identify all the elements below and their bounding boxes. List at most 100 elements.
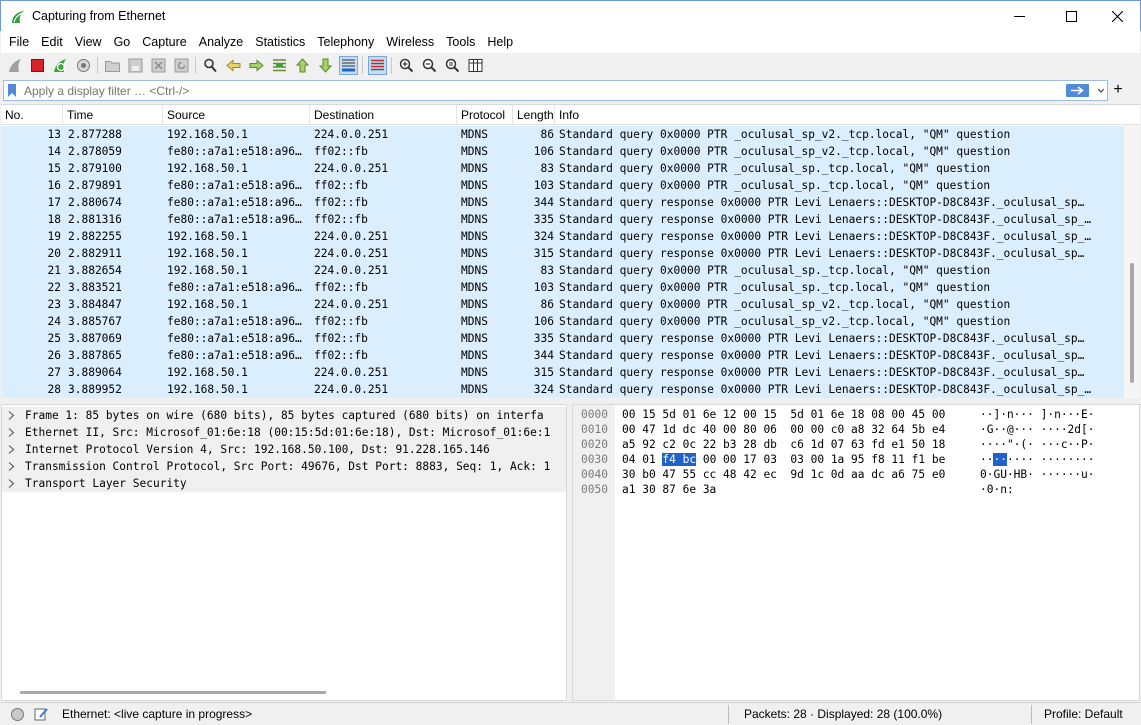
find-packet-button[interactable] <box>201 56 220 75</box>
packet-row[interactable]: 22 3.883521 fe80::a7a1:e518:a96… ff02::fb MD… <box>1 279 1124 296</box>
scrollbar-thumb[interactable] <box>1130 263 1134 383</box>
chevron-right-icon[interactable] <box>8 445 15 454</box>
maximize-button[interactable] <box>1048 1 1094 32</box>
reload-file-button[interactable] <box>172 56 191 75</box>
capture-comment-icon[interactable] <box>33 706 49 722</box>
packet-row[interactable]: 25 3.887069 fe80::a7a1:e518:a96… ff02::fb MD… <box>1 330 1124 347</box>
byte-hex[interactable]: 04 01 f4 bc 00 00 17 03 03 00 1a 95 f8 1… <box>622 452 945 467</box>
byte-hex[interactable]: 00 47 1d dc 40 00 80 06 00 00 c0 a8 32 6… <box>622 422 945 437</box>
capture-options-button[interactable] <box>74 56 93 75</box>
detail-tree-item[interactable]: Ethernet II, Src: Microsof_01:6e:18 (00:… <box>2 424 566 441</box>
byte-hex-highlight[interactable]: f4 bc <box>662 453 697 466</box>
add-filter-button[interactable]: + <box>1111 80 1125 101</box>
byte-row: 0040 30 b0 47 55 cc 48 42 ec 9d 1c 0d aa … <box>573 467 1133 482</box>
expert-info-indicator-icon[interactable] <box>11 708 24 721</box>
packet-cell-time: 3.889064 <box>68 366 122 379</box>
column-header-length[interactable]: Length <box>513 105 555 125</box>
packet-row[interactable]: 23 3.884847 192.168.50.1 224.0.0.251 MDNS 86 S… <box>1 296 1124 313</box>
column-header-destination[interactable]: Destination <box>310 105 457 125</box>
menu-view[interactable]: View <box>69 31 108 53</box>
close-file-button[interactable] <box>149 56 168 75</box>
menu-wireless[interactable]: Wireless <box>380 31 440 53</box>
byte-hex[interactable]: 30 b0 47 55 cc 48 42 ec 9d 1c 0d aa dc a… <box>622 467 945 482</box>
go-back-button[interactable] <box>224 56 243 75</box>
chevron-right-icon[interactable] <box>8 411 15 420</box>
close-window-button[interactable] <box>1094 1 1140 32</box>
packet-cell-dst: ff02::fb <box>314 145 368 158</box>
zoom-reset-button[interactable] <box>443 56 462 75</box>
bookmark-icon[interactable] <box>7 84 17 97</box>
packet-row[interactable]: 20 2.882911 192.168.50.1 224.0.0.251 MDNS 315… <box>1 245 1124 262</box>
packet-cell-src: fe80::a7a1:e518:a96… <box>167 213 302 226</box>
byte-hex[interactable]: a5 92 c2 0c 22 b3 28 db c6 1d 07 63 fd e… <box>622 437 945 452</box>
packet-row[interactable]: 28 3.889952 192.168.50.1 224.0.0.251 MDNS 324… <box>1 381 1124 398</box>
packet-row[interactable]: 26 3.887865 fe80::a7a1:e518:a96… ff02::fb MD… <box>1 347 1124 364</box>
packet-row[interactable]: 19 2.882255 192.168.50.1 224.0.0.251 MDNS 324… <box>1 228 1124 245</box>
byte-ascii[interactable]: 0·GU·HB· ······u· <box>980 467 1095 482</box>
zoom-in-button[interactable] <box>397 56 416 75</box>
menu-file[interactable]: File <box>3 31 35 53</box>
packet-row[interactable]: 27 3.889064 192.168.50.1 224.0.0.251 MDNS 315… <box>1 364 1124 381</box>
save-file-button[interactable] <box>126 56 145 75</box>
packet-row[interactable]: 13 2.877288 192.168.50.1 224.0.0.251 MDNS 86 S… <box>1 126 1124 143</box>
packet-row[interactable]: 16 2.879891 fe80::a7a1:e518:a96… ff02::fb MD… <box>1 177 1124 194</box>
menu-telephony[interactable]: Telephony <box>311 31 380 53</box>
menu-go[interactable]: Go <box>108 31 137 53</box>
byte-offset: 0010 <box>581 423 608 436</box>
go-last-button[interactable] <box>316 56 335 75</box>
zoom-out-button[interactable] <box>420 56 439 75</box>
packet-row[interactable]: 17 2.880674 fe80::a7a1:e518:a96… ff02::fb MD… <box>1 194 1124 211</box>
column-header-time[interactable]: Time <box>63 105 163 125</box>
column-header-protocol[interactable]: Protocol <box>457 105 513 125</box>
restart-capture-button[interactable] <box>51 56 70 75</box>
go-to-packet-button[interactable] <box>270 56 289 75</box>
menu-statistics[interactable]: Statistics <box>249 31 311 53</box>
menu-help[interactable]: Help <box>481 31 519 53</box>
byte-ascii[interactable]: ··]·n··· ]·n···E· <box>980 407 1095 422</box>
chevron-down-icon[interactable] <box>1095 83 1107 98</box>
column-header-source[interactable]: Source <box>163 105 310 125</box>
chevron-right-icon[interactable] <box>8 479 15 488</box>
toolbar-separator <box>195 57 196 74</box>
capture-status: Ethernet: <live capture in progress> <box>62 707 253 721</box>
byte-ascii[interactable]: ····"·(· ···c··P· <box>980 437 1095 452</box>
zoom-in-icon <box>399 58 414 73</box>
packet-list-scrollbar[interactable] <box>1124 125 1140 398</box>
colorize-toggle[interactable] <box>368 56 387 75</box>
menu-capture[interactable]: Capture <box>136 31 192 53</box>
chevron-right-icon[interactable] <box>8 428 15 437</box>
details-horizontal-scrollbar[interactable] <box>20 691 326 694</box>
packet-row[interactable]: 18 2.881316 fe80::a7a1:e518:a96… ff02::fb MD… <box>1 211 1124 228</box>
detail-tree-item[interactable]: Internet Protocol Version 4, Src: 192.16… <box>2 441 566 458</box>
open-file-button[interactable] <box>103 56 122 75</box>
byte-hex[interactable]: a1 30 87 6e 3a <box>622 482 716 497</box>
menu-edit[interactable]: Edit <box>35 31 69 53</box>
packet-row[interactable]: 21 3.882654 192.168.50.1 224.0.0.251 MDNS 83 S… <box>1 262 1124 279</box>
minimize-button[interactable] <box>996 1 1042 32</box>
start-capture-button[interactable] <box>6 56 25 75</box>
go-first-button[interactable] <box>293 56 312 75</box>
menu-tools[interactable]: Tools <box>440 31 481 53</box>
profile-status[interactable]: Profile: Default <box>1044 707 1123 721</box>
display-filter-input[interactable] <box>24 82 1054 99</box>
detail-tree-item[interactable]: Frame 1: 85 bytes on wire (680 bits), 85… <box>2 407 566 424</box>
byte-ascii-highlight[interactable]: ·· <box>993 453 1007 466</box>
go-forward-button[interactable] <box>247 56 266 75</box>
detail-tree-item[interactable]: Transmission Control Protocol, Src Port:… <box>2 458 566 475</box>
chevron-right-icon[interactable] <box>8 462 15 471</box>
byte-ascii[interactable]: ·G··@··· ····2d[· <box>980 422 1095 437</box>
menu-analyze[interactable]: Analyze <box>193 31 249 53</box>
packet-row[interactable]: 14 2.878059 fe80::a7a1:e518:a96… ff02::fb MD… <box>1 143 1124 160</box>
apply-filter-button[interactable] <box>1066 84 1089 97</box>
byte-hex[interactable]: 00 15 5d 01 6e 12 00 15 5d 01 6e 18 08 0… <box>622 407 945 422</box>
detail-tree-item[interactable]: Transport Layer Security <box>2 475 566 492</box>
column-header-no[interactable]: No. <box>1 105 63 125</box>
autoscroll-toggle[interactable] <box>339 56 358 75</box>
byte-ascii[interactable]: ·0·n: <box>980 482 1014 497</box>
packet-row[interactable]: 24 3.885767 fe80::a7a1:e518:a96… ff02::fb MD… <box>1 313 1124 330</box>
resize-columns-button[interactable] <box>466 56 485 75</box>
packet-row[interactable]: 15 2.879100 192.168.50.1 224.0.0.251 MDNS 83 S… <box>1 160 1124 177</box>
byte-ascii[interactable]: ········ ········ <box>980 452 1095 467</box>
column-header-info[interactable]: Info <box>555 105 1124 125</box>
stop-capture-button[interactable] <box>28 56 47 75</box>
